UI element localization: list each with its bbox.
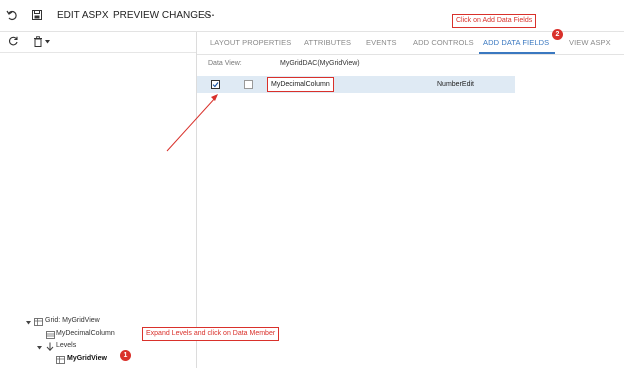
tree-item-column[interactable]: MyDecimalColumn	[56, 330, 115, 337]
tab-add-controls[interactable]: ADD CONTROLS	[413, 32, 474, 54]
tab-layout-properties[interactable]: LAYOUT PROPERTIES	[210, 32, 291, 54]
grid-icon	[34, 318, 43, 326]
edit-aspx-button[interactable]: EDIT ASPX	[57, 0, 109, 31]
right-pane: LAYOUT PROPERTIES ATTRIBUTES EVENTS ADD …	[197, 32, 624, 368]
column-icon	[46, 331, 55, 339]
trash-icon[interactable]	[33, 36, 43, 47]
expand-caret-icon[interactable]	[26, 321, 31, 325]
refresh-icon[interactable]	[8, 36, 19, 47]
step-badge-1: 1	[120, 350, 131, 361]
field-checkbox[interactable]	[244, 80, 253, 89]
step-badge-2: 2	[552, 29, 563, 40]
active-tab-indicator	[479, 52, 555, 54]
data-member-icon	[56, 356, 65, 364]
tab-view-aspx[interactable]: VIEW ASPX	[569, 32, 611, 54]
arrow-down-icon	[46, 342, 54, 351]
tab-attributes[interactable]: ATTRIBUTES	[304, 32, 351, 54]
preview-changes-button[interactable]: PREVIEW CHANGES	[113, 0, 211, 31]
more-menu-button[interactable]: ⋯	[203, 0, 215, 31]
data-view-value[interactable]: MyGridDAC(MyGridView)	[280, 60, 360, 67]
callout-expand-levels: Expand Levels and click on Data Member	[142, 327, 280, 341]
save-icon[interactable]	[31, 9, 43, 21]
tree-item-grid[interactable]: Grid: MyGridView	[45, 317, 100, 324]
tree-toolbar	[0, 32, 196, 53]
left-pane: Grid: MyGridView MyDecimalColumn Levels …	[0, 32, 197, 368]
undo-icon[interactable]	[6, 9, 18, 21]
callout-add-data-fields: Click on Add Data Fields	[452, 14, 537, 28]
tab-add-data-fields[interactable]: ADD DATA FIELDS	[483, 32, 549, 54]
table-row[interactable]: MyDecimalColumn NumberEdit	[197, 76, 515, 93]
tab-events[interactable]: EVENTS	[366, 32, 397, 54]
field-control-cell: NumberEdit	[437, 81, 474, 88]
tree-item-data-member[interactable]: MyGridView	[67, 355, 107, 362]
data-view-label: Data View:	[208, 60, 242, 67]
expand-caret-icon[interactable]	[37, 346, 42, 350]
field-name-cell: MyDecimalColumn	[267, 77, 334, 92]
chevron-down-icon[interactable]	[45, 40, 50, 44]
tree-item-levels[interactable]: Levels	[56, 342, 76, 349]
annotation-arrow	[166, 94, 218, 152]
